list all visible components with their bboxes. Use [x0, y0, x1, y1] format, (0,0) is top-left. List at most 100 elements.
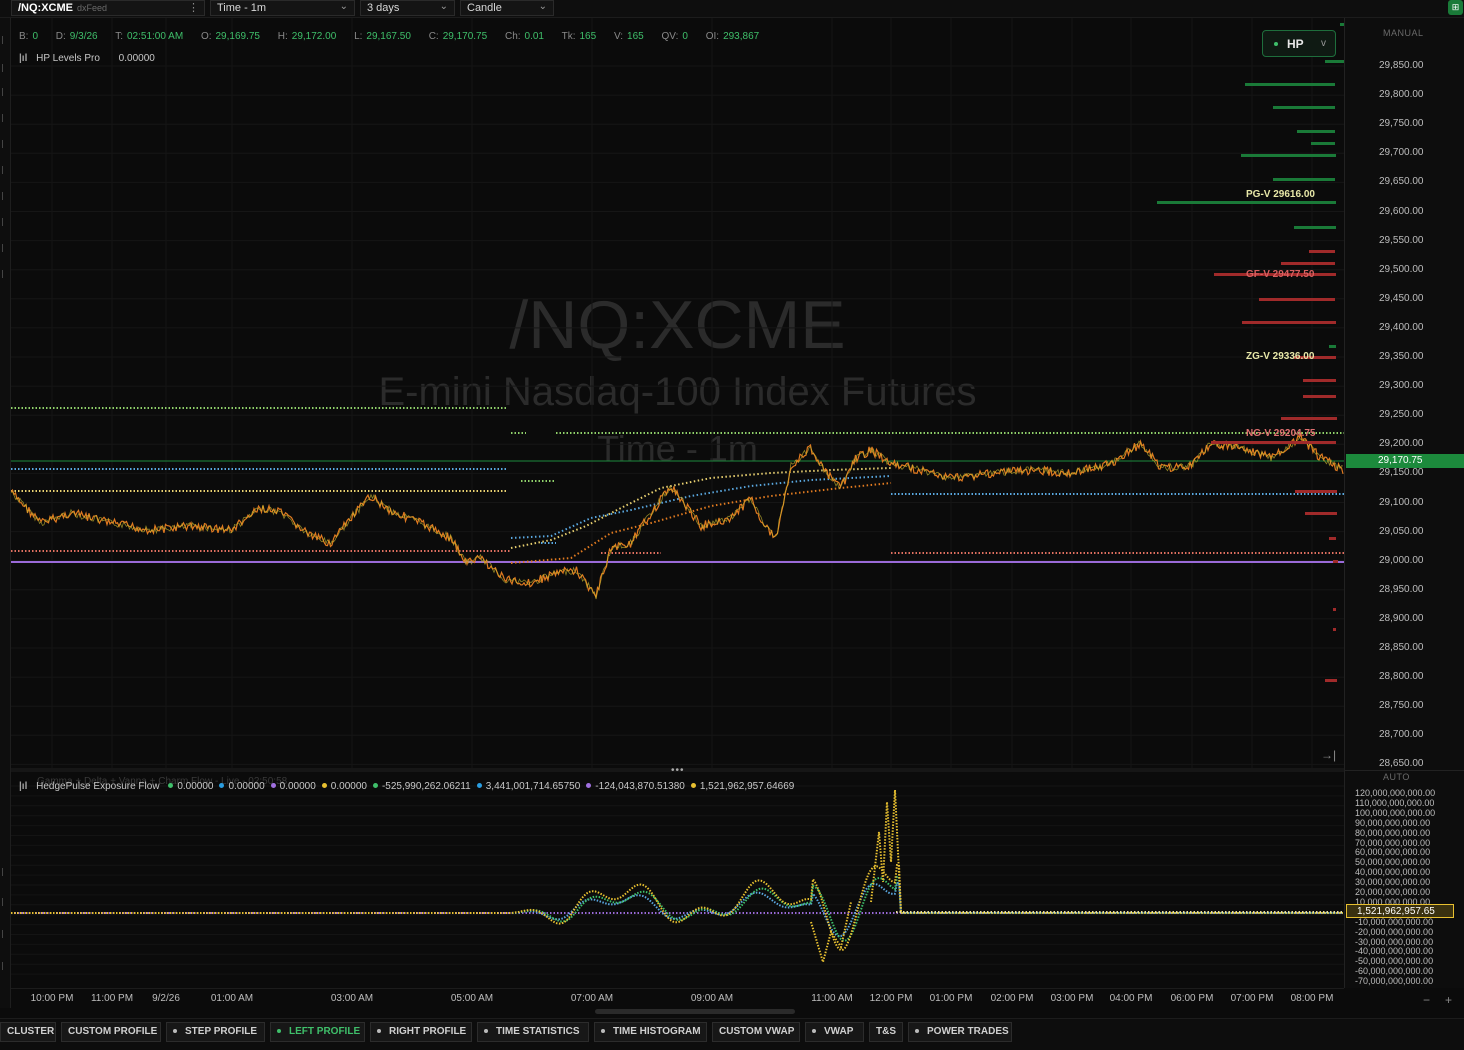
ohlc-oi-value: 293,867	[723, 31, 760, 42]
price-axis-label: 29,700.00	[1379, 147, 1424, 159]
tool-icon[interactable]	[2, 930, 8, 938]
price-axis-label: 29,850.00	[1379, 60, 1424, 71]
tool-icon[interactable]	[2, 36, 8, 44]
tool-icon[interactable]	[2, 270, 8, 278]
tab-cluster[interactable]: CLUSTER	[0, 1022, 56, 1042]
exposure-flow-panel[interactable]	[11, 772, 1344, 986]
add-icon[interactable]: +	[1445, 993, 1452, 1007]
horizontal-scrollbar[interactable]	[595, 1009, 795, 1014]
series-dot-icon	[321, 783, 327, 789]
price-axis-label: 28,750.00	[1379, 700, 1424, 712]
tab-left-profile[interactable]: LEFT PROFILE	[270, 1022, 365, 1042]
more-options-icon[interactable]: ⋮	[188, 1, 199, 14]
status-dot-icon	[484, 1029, 488, 1034]
tab-label: POWER TRADES	[927, 1026, 1009, 1037]
series-value: -525,990,262.06211	[381, 781, 471, 792]
profile-bar	[1303, 395, 1336, 398]
time-axis-label: 11:00 PM	[90, 993, 134, 1004]
profile-bar	[1273, 178, 1335, 181]
tab-time-statistics[interactable]: TIME STATISTICS	[477, 1022, 589, 1042]
sub-axis-label: 80,000,000,000.00	[1355, 827, 1431, 838]
sub-indicator-name: HedgePulse Exposure Flow	[36, 781, 160, 792]
price-axis-mode[interactable]: MANUAL	[1383, 28, 1424, 38]
tool-icon[interactable]	[2, 244, 8, 252]
tab-custom-profile[interactable]: CUSTOM PROFILE	[61, 1022, 161, 1042]
price-axis-label: 28,850.00	[1379, 642, 1424, 653]
indicator-legend[interactable]: |ıl HP Levels Pro 0.00000	[19, 53, 155, 64]
period-dropdown[interactable]: 3 days ⌄	[360, 0, 455, 16]
jump-to-end-icon[interactable]: →|	[1321, 748, 1336, 762]
timeframe-dropdown[interactable]: Time - 1m ⌄	[210, 0, 355, 16]
tool-icon[interactable]	[2, 898, 8, 906]
profile-bar	[1333, 560, 1338, 563]
chart-style-dropdown[interactable]: Candle ⌄	[460, 0, 554, 16]
price-chart-canvas	[11, 18, 1344, 768]
hp-toggle-button[interactable]: HP v	[1262, 30, 1336, 57]
tool-icon[interactable]	[2, 114, 8, 122]
sub-axis-mode[interactable]: AUTO	[1383, 772, 1410, 782]
indicator-settings-icon[interactable]: |ıl	[19, 53, 27, 64]
price-axis[interactable]: MANUAL 29,850.00 29,800.00 29,750.00 29,700…	[1344, 18, 1464, 1007]
series-dot-icon	[270, 783, 276, 789]
ohlc-ch-value: 0.01	[524, 31, 544, 42]
price-axis-label: 29,300.00	[1379, 380, 1424, 392]
exposure-dip	[810, 901, 852, 966]
timeframe-value: Time - 1m	[217, 2, 267, 14]
status-dot-icon	[173, 1029, 177, 1034]
indicator-settings-icon[interactable]: |ıl	[19, 781, 27, 792]
series-value: 0.00000	[228, 781, 265, 792]
status-dot-icon	[915, 1029, 919, 1034]
tab-vwap[interactable]: VWAP	[805, 1022, 864, 1042]
price-chart[interactable]: /NQ:XCME E-mini Nasdaq-100 Index Futures…	[11, 18, 1344, 768]
sub-indicator-legend[interactable]: |ıl HedgePulse Exposure Flow 0.00000 0.00…	[19, 781, 794, 792]
time-axis-label: 11:00 AM	[811, 993, 853, 1004]
price-axis-label: 29,800.00	[1379, 89, 1424, 101]
tool-icon[interactable]	[2, 140, 8, 148]
series-dot-icon	[372, 783, 378, 789]
ohlc-t-value: 02:51:00 AM	[127, 31, 184, 42]
tab-label: CLUSTER	[7, 1026, 55, 1037]
tab-label: TIME STATISTICS	[496, 1026, 580, 1037]
price-series-yellow	[11, 436, 1344, 600]
tool-icon[interactable]	[2, 868, 8, 876]
sub-axis-label: 110,000,000,000.00	[1355, 797, 1435, 808]
ohlc-o-label: O:	[200, 31, 212, 42]
price-axis-label: 29,600.00	[1379, 205, 1424, 217]
tool-icon[interactable]	[2, 88, 8, 96]
time-axis-label: 01:00 AM	[210, 993, 254, 1004]
ohlc-d-value: 9/3/26	[69, 31, 98, 42]
series-value: -124,043,870.51380	[595, 781, 685, 792]
collapse-icon[interactable]: −	[1423, 993, 1430, 1007]
series-dot-icon	[586, 783, 592, 789]
tab-right-profile[interactable]: RIGHT PROFILE	[370, 1022, 472, 1042]
chart-style-value: Candle	[467, 2, 502, 14]
time-axis[interactable]: 10:00 PM 11:00 PM 9/2/26 01:00 AM 03:00 AM 05…	[11, 988, 1344, 1009]
tool-icon[interactable]	[2, 962, 8, 970]
ohlc-c-value: 29,170.75	[442, 31, 488, 42]
profile-bar	[1211, 441, 1336, 444]
sub-axis-label: -50,000,000,000.00	[1355, 956, 1434, 967]
layout-icon[interactable]: ⊞	[1448, 0, 1463, 15]
profile-bar	[1325, 679, 1337, 682]
tool-icon[interactable]	[2, 64, 8, 72]
tab-power-trades[interactable]: POWER TRADES	[908, 1022, 1012, 1042]
ohlc-l-label: L:	[354, 31, 363, 42]
time-axis-label: 9/2/26	[152, 993, 180, 1004]
tool-icon[interactable]	[2, 192, 8, 200]
profile-bar	[1273, 106, 1335, 109]
profile-bar	[1295, 490, 1337, 493]
profile-bar	[1329, 345, 1336, 348]
profile-bar	[1245, 83, 1335, 86]
price-axis-label: 29,400.00	[1379, 321, 1424, 333]
tab-step-profile[interactable]: STEP PROFILE	[166, 1022, 265, 1042]
sub-axis-label: 90,000,000,000.00	[1355, 817, 1431, 828]
tool-icon[interactable]	[2, 218, 8, 226]
symbol-selector[interactable]: /NQ:XCME dxFeed ⋮	[11, 0, 205, 16]
current-price-tag: 29,170.75	[1346, 454, 1464, 468]
tool-icon[interactable]	[2, 166, 8, 174]
profile-bar	[1311, 142, 1335, 145]
tab-t-s[interactable]: T&S	[869, 1022, 903, 1042]
tab-time-histogram[interactable]: TIME HISTOGRAM	[594, 1022, 707, 1042]
sub-axis-label: -60,000,000,000.00	[1355, 966, 1434, 977]
tab-custom-vwap[interactable]: CUSTOM VWAP	[712, 1022, 800, 1042]
